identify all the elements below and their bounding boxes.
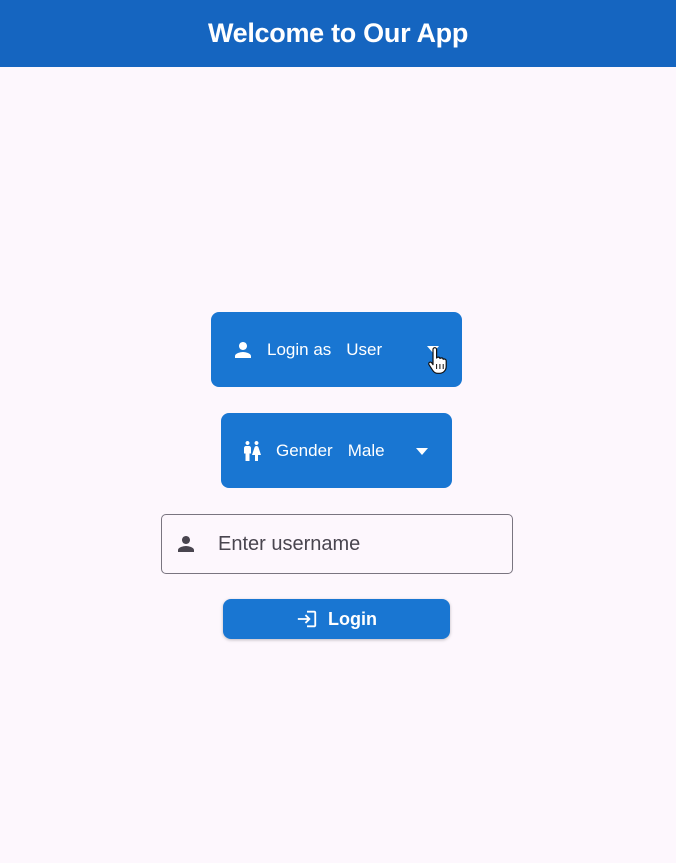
gender-value: Male (347, 440, 385, 460)
login-button[interactable]: Login (223, 599, 450, 639)
username-field[interactable] (161, 514, 513, 574)
login-icon (296, 608, 318, 630)
wc-gender-icon (240, 439, 264, 463)
login-button-label: Login (328, 608, 377, 629)
app-bar: Welcome to Our App (0, 0, 676, 67)
login-role-label: Login as (267, 339, 332, 359)
app-title: Welcome to Our App (207, 18, 469, 48)
person-icon (174, 532, 198, 556)
gender-dropdown[interactable]: Gender Male (221, 413, 452, 488)
arrow-drop-down-icon[interactable] (416, 448, 428, 455)
hand-cursor-icon (428, 347, 447, 374)
gender-label: Gender (276, 440, 333, 460)
username-input[interactable] (216, 531, 490, 557)
login-role-value: User (346, 339, 383, 359)
person-icon (231, 338, 255, 362)
login-role-dropdown[interactable]: Login as User (211, 312, 462, 387)
